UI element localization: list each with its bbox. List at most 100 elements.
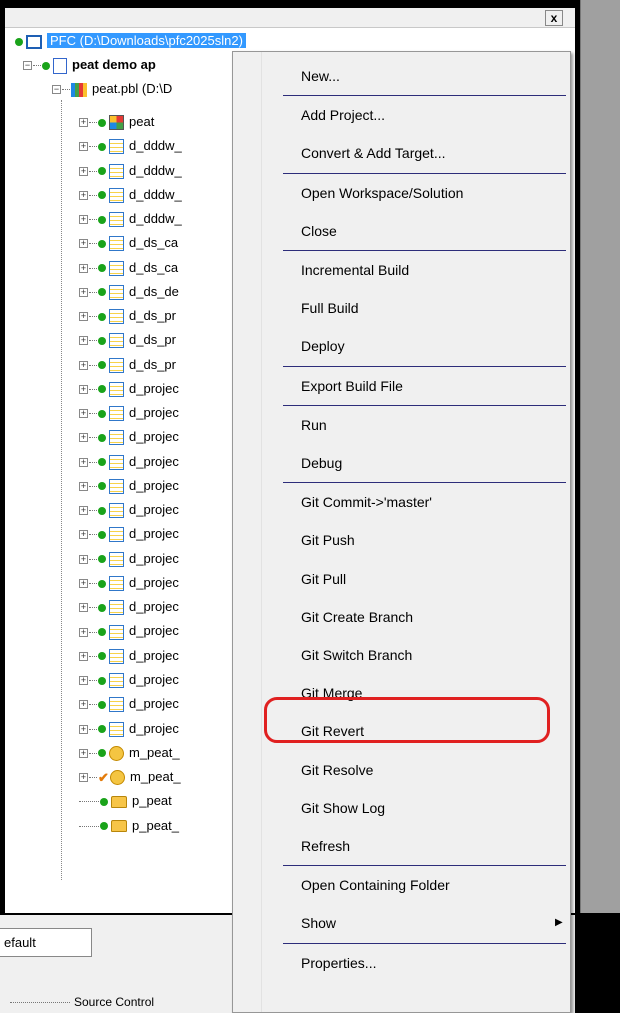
tree-workspace-node[interactable]: PFC (D:\Downloads\pfc2025sln2) [15, 30, 246, 51]
tree-item[interactable]: + d_projec [79, 378, 179, 399]
tree-item[interactable]: + d_projec [79, 451, 179, 472]
expand-icon[interactable]: + [79, 530, 88, 540]
menu-item-export-build-file[interactable]: Export Build File [301, 368, 403, 404]
expand-icon[interactable]: + [79, 118, 88, 128]
tree-item[interactable]: + d_projec [79, 426, 179, 447]
menu-item-git-resolve[interactable]: Git Resolve [301, 752, 373, 788]
tree-item-label: d_ds_pr [129, 308, 176, 324]
tree-item[interactable]: + d_projec [79, 693, 179, 714]
menu-item-deploy[interactable]: Deploy [301, 328, 345, 364]
expand-icon[interactable]: + [79, 603, 88, 613]
tree-item[interactable]: + d_projec [79, 475, 179, 496]
expand-icon[interactable]: + [79, 384, 88, 394]
menu-item-open-containing-folder[interactable]: Open Containing Folder [301, 867, 450, 903]
tree-item[interactable]: + d_ds_pr [79, 329, 176, 350]
tree-item[interactable]: + d_dddw_ [79, 184, 182, 205]
menu-item-open-workspace-solution[interactable]: Open Workspace/Solution [301, 175, 463, 211]
close-button[interactable]: x [545, 10, 563, 26]
status-dot-icon [98, 215, 106, 224]
menu-item-incremental-build[interactable]: Incremental Build [301, 252, 409, 288]
tree-item[interactable]: + d_projec [79, 620, 179, 641]
tree-item-label: d_projec [129, 696, 179, 712]
menu-item-debug[interactable]: Debug [301, 445, 342, 481]
tree-item[interactable]: + d_projec [79, 669, 179, 690]
expand-icon[interactable]: + [79, 579, 88, 588]
tree-item[interactable]: + d_dddw_ [79, 135, 182, 156]
tree-item[interactable]: + d_projec [79, 572, 179, 593]
tree-item[interactable]: + d_projec [79, 596, 179, 617]
tree-target-node[interactable]: − peat demo ap [23, 54, 156, 75]
expand-icon[interactable]: + [79, 724, 88, 734]
tree-item[interactable]: + d_ds_pr [79, 354, 176, 375]
menu-item-git-switch-branch[interactable]: Git Switch Branch [301, 637, 412, 673]
tree-item[interactable]: + d_projec [79, 523, 179, 544]
expand-icon[interactable]: + [79, 748, 88, 758]
menu-item-git-push[interactable]: Git Push [301, 522, 355, 558]
status-dot-icon [98, 603, 106, 612]
expand-icon[interactable]: + [79, 263, 88, 273]
menu-item-properties[interactable]: Properties... [301, 945, 376, 981]
menu-item-run[interactable]: Run [301, 407, 327, 443]
menu-item-convert-add-target[interactable]: Convert & Add Target... [301, 135, 446, 171]
expand-icon[interactable]: + [79, 433, 88, 443]
menu-item-git-pull[interactable]: Git Pull [301, 561, 346, 597]
tree-item[interactable]: + d_ds_ca [79, 232, 178, 253]
expand-icon[interactable]: + [79, 239, 88, 249]
collapse-icon[interactable]: − [23, 61, 32, 71]
menu-item-add-project[interactable]: Add Project... [301, 97, 385, 133]
status-dot-icon [98, 409, 106, 418]
menu-item-close[interactable]: Close [301, 213, 337, 249]
tree-item[interactable]: + d_dddw_ [79, 160, 182, 181]
tree-item[interactable]: + d_projec [79, 645, 179, 666]
status-dot-icon [98, 385, 106, 394]
tree-item[interactable]: p_peat_ [79, 815, 179, 836]
expand-icon[interactable]: + [79, 627, 88, 637]
tree-item[interactable]: p_peat [79, 790, 172, 811]
menu-item-git-commit-master[interactable]: Git Commit->'master' [301, 484, 432, 520]
expand-icon[interactable]: + [79, 481, 88, 491]
expand-icon[interactable]: + [79, 336, 88, 346]
expand-icon[interactable]: + [79, 409, 88, 419]
tree-item[interactable]: + d_projec [79, 718, 179, 739]
tree-item[interactable]: + m_peat_ [79, 742, 180, 763]
expand-icon[interactable]: + [79, 700, 88, 710]
tree-item-label: d_projec [129, 599, 179, 615]
expand-icon[interactable]: + [79, 287, 88, 297]
tree-item[interactable]: + d_projec [79, 548, 179, 569]
tree-item[interactable]: + d_projec [79, 402, 179, 423]
menu-icon [110, 770, 125, 786]
status-dot-icon [98, 239, 106, 248]
menu-item-git-show-log[interactable]: Git Show Log [301, 790, 385, 826]
menu-item-refresh[interactable]: Refresh [301, 828, 350, 864]
expand-icon[interactable]: + [79, 215, 88, 225]
expand-icon[interactable]: + [79, 554, 88, 564]
expand-icon[interactable]: + [79, 506, 88, 516]
expand-icon[interactable]: + [79, 166, 88, 176]
expand-icon[interactable]: + [79, 142, 88, 152]
expand-icon[interactable]: + [79, 651, 88, 661]
tree-item[interactable]: + d_ds_ca [79, 257, 178, 278]
expand-icon[interactable]: + [79, 676, 88, 686]
expand-icon[interactable]: + [79, 312, 88, 322]
expand-icon[interactable]: + [79, 190, 88, 200]
menu-item-full-build[interactable]: Full Build [301, 290, 359, 326]
tree-item[interactable]: + peat [79, 111, 154, 132]
menu-item-show[interactable]: Show [301, 905, 336, 941]
tree-item[interactable]: + d_ds_de [79, 281, 179, 302]
expand-icon[interactable]: + [79, 360, 88, 370]
tree-item[interactable]: + d_dddw_ [79, 208, 182, 229]
menu-item-git-create-branch[interactable]: Git Create Branch [301, 599, 413, 635]
tree-library-node[interactable]: − peat.pbl (D:\D [52, 78, 172, 99]
tree-item[interactable]: + ✔ m_peat_ [79, 766, 181, 787]
status-dot-icon [100, 822, 108, 831]
expand-icon[interactable]: + [79, 773, 88, 783]
tree-connector [89, 364, 97, 366]
collapse-icon[interactable]: − [52, 85, 61, 95]
tab-default[interactable]: efault [0, 928, 92, 957]
menu-item-new[interactable]: New... [301, 58, 340, 94]
tree-item[interactable]: + d_projec [79, 499, 179, 520]
status-dot-icon [98, 676, 106, 685]
tree-item[interactable]: + d_ds_pr [79, 305, 176, 326]
expand-icon[interactable]: + [79, 457, 88, 467]
datawindow-icon [109, 406, 124, 422]
